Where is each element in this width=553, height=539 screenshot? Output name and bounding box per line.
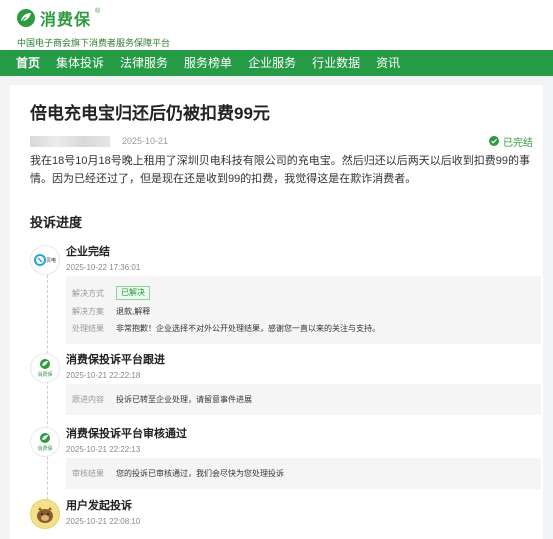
status-text: 已完结 bbox=[503, 137, 533, 149]
detail-value: 非常抱歉！企业选择不对外公开处理结果，感谢您一直以来的关注与支持。 bbox=[116, 324, 380, 333]
event-title: 消费保投诉平台跟进 bbox=[66, 354, 165, 366]
site-header: 消费保 ® 中国电子商会旗下消费者服务保障平台 bbox=[0, 0, 553, 50]
complaint-date: 2025-10-21 bbox=[122, 136, 169, 146]
complaint-card: 倍电充电宝归还后仍被扣费99元 2025-10-21 已完结 我在18号10月1… bbox=[10, 85, 543, 539]
timeline-event-platform-followup: 消费保 消费保投诉平台跟进 2025-10-21 22:22:18 跟进内容 投… bbox=[30, 353, 541, 427]
event-title: 用户发起投诉 bbox=[66, 500, 132, 512]
progress-timeline: 贝电 企业完结 2025-10-22 17:36:01 解决方式 已解决 解决方… bbox=[30, 245, 541, 539]
nav-item-home[interactable]: 首页 bbox=[16, 50, 40, 76]
event-time: 2025-10-21 22:08:10 bbox=[66, 517, 141, 526]
progress-section-title: 投诉进度 bbox=[30, 215, 83, 230]
svg-text:消费保: 消费保 bbox=[37, 371, 52, 378]
detail-row: 解决方案 退款,解释 bbox=[72, 306, 535, 317]
event-time: 2025-10-22 17:36:01 bbox=[66, 263, 141, 272]
detail-key: 跟进内容 bbox=[72, 395, 104, 404]
detail-value: 投诉已转至企业处理，请留意事件进展 bbox=[116, 395, 252, 404]
blurred-username bbox=[30, 135, 110, 147]
detail-row: 审核结果 您的投诉已审核通过，我们会尽快为您处理投诉 bbox=[72, 468, 535, 479]
event-time: 2025-10-21 22:22:18 bbox=[66, 371, 141, 380]
detail-key: 审核结果 bbox=[72, 469, 104, 478]
leaf-logo-icon bbox=[17, 9, 35, 27]
nav-item-enterprise-service[interactable]: 企业服务 bbox=[248, 50, 296, 76]
svg-text:贝电: 贝电 bbox=[46, 257, 56, 264]
user-avatar-icon bbox=[30, 499, 60, 529]
status-badge: 已完结 bbox=[489, 134, 533, 149]
check-circle-icon bbox=[489, 136, 499, 146]
complaint-description: 我在18号10月18号晚上租用了深圳贝电科技有限公司的充电宝。然后归还以后两天以… bbox=[30, 155, 530, 185]
detail-row: 处理结果 非常抱歉！企业选择不对外公开处理结果，感谢您一直以来的关注与支持。 bbox=[72, 323, 535, 334]
timeline-event-enterprise-closed: 贝电 企业完结 2025-10-22 17:36:01 解决方式 已解决 解决方… bbox=[30, 245, 541, 353]
complaint-meta: 2025-10-21 已完结 bbox=[30, 134, 533, 149]
event-detail: 审核结果 您的投诉已审核通过，我们会尽快为您处理投诉 bbox=[66, 458, 541, 489]
detail-key: 处理结果 bbox=[72, 324, 104, 333]
timeline-event-platform-approved: 消费保 消费保投诉平台审核通过 2025-10-21 22:22:13 审核结果… bbox=[30, 427, 541, 499]
resolved-badge: 已解决 bbox=[116, 286, 150, 300]
site-logo[interactable]: 消费保 ® bbox=[16, 6, 537, 30]
detail-row: 跟进内容 投诉已转至企业处理，请留意事件进展 bbox=[72, 394, 535, 405]
site-tagline: 中国电子商会旗下消费者服务保障平台 bbox=[17, 38, 171, 48]
beidian-logo-icon: 贝电 bbox=[30, 245, 60, 275]
svg-text:消费保: 消费保 bbox=[37, 445, 52, 452]
event-detail: 跟进内容 投诉已转至企业处理，请留意事件进展 bbox=[66, 384, 541, 415]
event-title: 企业完结 bbox=[66, 246, 110, 258]
xiaofeibao-logo-icon: 消费保 bbox=[30, 353, 60, 383]
nav-item-service-ranking[interactable]: 服务榜单 bbox=[184, 50, 232, 76]
xiaofeibao-logo-icon: 消费保 bbox=[30, 427, 60, 457]
detail-value: 退款,解释 bbox=[116, 307, 151, 316]
logo-text: 消费保 bbox=[40, 12, 92, 29]
nav-item-industry-data[interactable]: 行业数据 bbox=[312, 50, 360, 76]
event-title: 消费保投诉平台审核通过 bbox=[66, 428, 187, 440]
detail-value: 您的投诉已审核通过，我们会尽快为您处理投诉 bbox=[116, 469, 284, 478]
registered-mark: ® bbox=[95, 8, 101, 15]
main-nav: 首页 集体投诉 法律服务 服务榜单 企业服务 行业数据 资讯 bbox=[0, 50, 553, 76]
nav-item-group-complaint[interactable]: 集体投诉 bbox=[56, 50, 104, 76]
detail-key: 解决方案 bbox=[72, 307, 104, 316]
timeline-event-user-submitted: 用户发起投诉 2025-10-21 22:08:10 bbox=[30, 499, 533, 539]
event-detail: 解决方式 已解决 解决方案 退款,解释 处理结果 非常抱歉！企业选择不对外公开处… bbox=[66, 276, 541, 344]
nav-item-legal-service[interactable]: 法律服务 bbox=[120, 50, 168, 76]
complaint-title: 倍电充电宝归还后仍被扣费99元 bbox=[30, 104, 270, 123]
nav-item-news[interactable]: 资讯 bbox=[376, 50, 400, 76]
event-time: 2025-10-21 22:22:13 bbox=[66, 445, 141, 454]
detail-row: 解决方式 已解决 bbox=[72, 286, 535, 300]
detail-key: 解决方式 bbox=[72, 288, 104, 298]
